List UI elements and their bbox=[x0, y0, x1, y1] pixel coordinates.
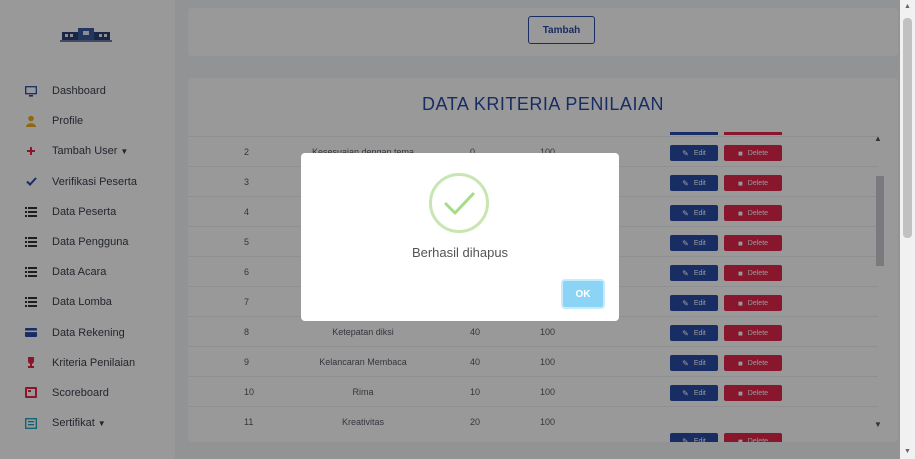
ok-button[interactable]: OK bbox=[561, 279, 605, 309]
dialog-message: Berhasil dihapus bbox=[411, 245, 509, 260]
success-dialog: Berhasil dihapus OK bbox=[301, 153, 619, 321]
page-scrollbar-thumb[interactable] bbox=[903, 18, 912, 238]
success-check-icon bbox=[444, 192, 475, 215]
page-scroll-up-icon[interactable]: ▲ bbox=[904, 3, 911, 10]
page-scroll-down-icon[interactable]: ▼ bbox=[904, 448, 911, 455]
